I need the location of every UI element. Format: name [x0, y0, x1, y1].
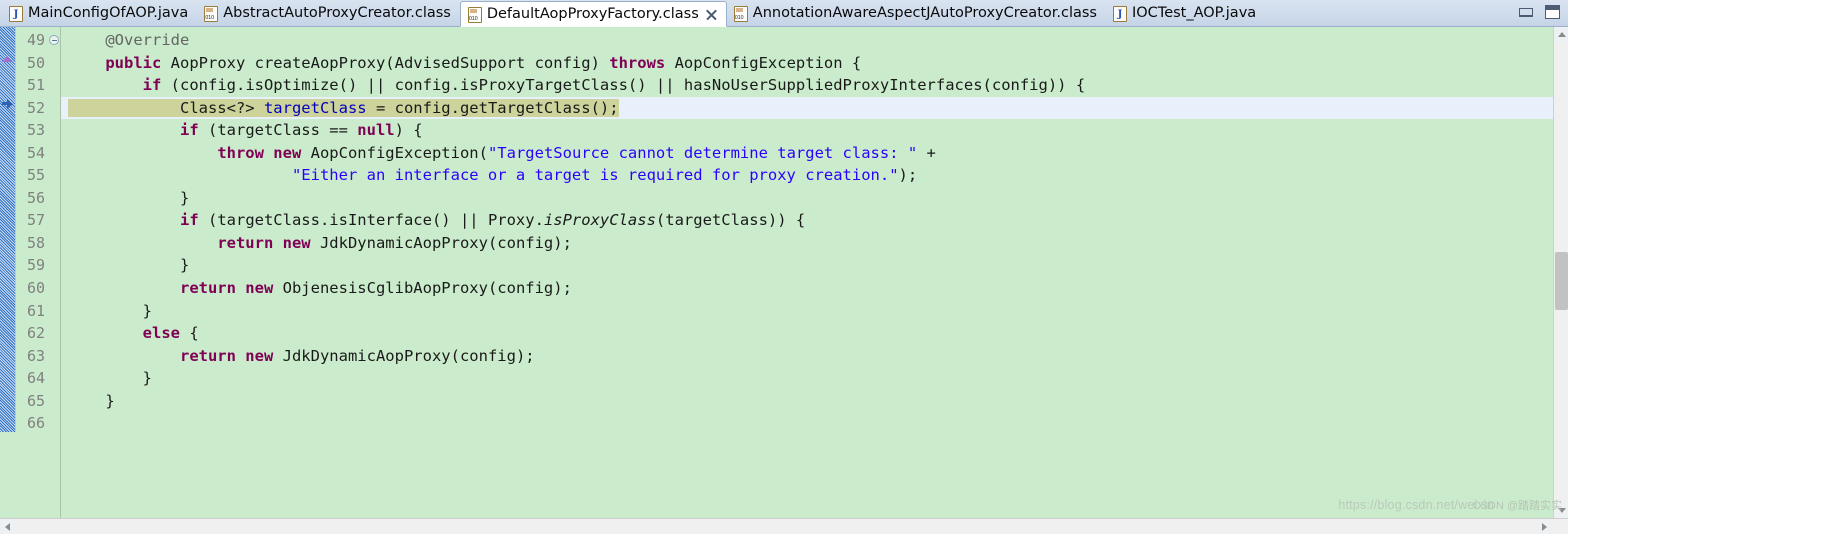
line-number: 55: [26, 166, 45, 185]
tab-abstract-auto-proxy-creator-class[interactable]: AbstractAutoProxyCreator.class: [197, 0, 460, 26]
close-icon[interactable]: [706, 9, 717, 20]
line-number: 50: [26, 53, 45, 72]
editor-tab-bar: MainConfigOfAOP.java AbstractAutoProxyCr…: [0, 0, 1568, 27]
code-line[interactable]: }: [61, 187, 1568, 210]
scroll-right-icon[interactable]: [1537, 519, 1552, 534]
line-number: 66: [26, 414, 45, 433]
collapse-icon[interactable]: [49, 35, 59, 45]
overrides-marker-icon[interactable]: [2, 52, 13, 63]
tab-label: AbstractAutoProxyCreator.class: [223, 4, 451, 21]
line-number: 56: [26, 188, 45, 207]
debug-current-instruction-icon[interactable]: [2, 98, 13, 109]
code-line[interactable]: return new JdkDynamicAopProxy(config);: [61, 232, 1568, 255]
line-number: 62: [26, 324, 45, 343]
code-line[interactable]: if (targetClass == null) {: [61, 119, 1568, 142]
tab-label: DefaultAopProxyFactory.class: [486, 5, 699, 22]
line-number: 61: [26, 301, 45, 320]
code-text-area[interactable]: @Override public AopProxy createAopProxy…: [61, 27, 1568, 534]
code-editor[interactable]: 49 50 51 52 53 54 55 56 57 58 59 60 61 6…: [0, 27, 1568, 534]
code-line[interactable]: }: [61, 254, 1568, 277]
code-line[interactable]: return new JdkDynamicAopProxy(config);: [61, 345, 1568, 368]
java-file-icon: [9, 5, 23, 22]
tab-ioctest-aop-java[interactable]: IOCTest_AOP.java: [1106, 0, 1265, 26]
minimize-icon[interactable]: [1519, 7, 1533, 17]
horizontal-scrollbar[interactable]: [0, 518, 1568, 534]
annotation-ruler[interactable]: [0, 27, 16, 432]
class-file-icon: [204, 5, 219, 22]
maximize-icon[interactable]: [1545, 5, 1560, 19]
code-line[interactable]: if (targetClass.isInterface() || Proxy.i…: [61, 209, 1568, 232]
line-number: 51: [26, 76, 45, 95]
code-line[interactable]: else {: [61, 322, 1568, 345]
vertical-scrollbar[interactable]: [1553, 27, 1568, 534]
tab-label: MainConfigOfAOP.java: [28, 4, 189, 21]
tab-main-config-of-aop-java[interactable]: MainConfigOfAOP.java: [2, 0, 197, 26]
line-number: 63: [26, 346, 45, 365]
code-line[interactable]: throw new AopConfigException("TargetSour…: [61, 142, 1568, 165]
tab-label: AnnotationAwareAspectJAutoProxyCreator.c…: [752, 4, 1097, 21]
code-line[interactable]: @Override: [61, 29, 1568, 52]
code-line-selected[interactable]: Class<?> targetClass = config.getTargetC…: [61, 96, 1568, 120]
line-number: 64: [26, 369, 45, 388]
eclipse-editor-window: MainConfigOfAOP.java AbstractAutoProxyCr…: [0, 0, 1568, 534]
code-line[interactable]: "Either an interface or a target is requ…: [61, 164, 1568, 187]
line-number: 59: [26, 256, 45, 275]
scroll-up-icon[interactable]: [1554, 27, 1568, 42]
code-line[interactable]: }: [61, 300, 1568, 323]
tab-annotation-aware-aspectj-auto-proxy-creator-class[interactable]: AnnotationAwareAspectJAutoProxyCreator.c…: [727, 0, 1106, 26]
code-line[interactable]: if (config.isOptimize() || config.isProx…: [61, 74, 1568, 97]
fold-row[interactable]: [47, 29, 60, 52]
line-number: 54: [26, 143, 45, 162]
tab-label: IOCTest_AOP.java: [1131, 4, 1257, 21]
scroll-left-icon[interactable]: [0, 519, 15, 534]
line-number: 65: [26, 391, 45, 410]
class-file-icon: [467, 6, 482, 23]
line-number: 53: [26, 121, 45, 140]
code-line[interactable]: }: [61, 390, 1568, 413]
vertical-scroll-thumb[interactable]: [1555, 252, 1568, 310]
line-number: 52: [26, 98, 45, 117]
java-file-icon: [1112, 5, 1127, 22]
window-controls: [1519, 5, 1560, 19]
code-line[interactable]: }: [61, 367, 1568, 390]
folding-ruler[interactable]: [47, 27, 61, 534]
line-number: 57: [26, 211, 45, 230]
code-line[interactable]: public AopProxy createAopProxy(AdvisedSu…: [61, 52, 1568, 75]
line-number-ruler: 49 50 51 52 53 54 55 56 57 58 59 60 61 6…: [16, 27, 47, 534]
tab-default-aop-proxy-factory-class[interactable]: DefaultAopProxyFactory.class: [459, 1, 727, 27]
code-line[interactable]: [61, 412, 1568, 435]
line-number: 60: [26, 279, 45, 298]
line-number: 49: [26, 31, 45, 49]
scroll-down-icon[interactable]: [1554, 503, 1568, 518]
class-file-icon: [733, 5, 748, 22]
line-number: 58: [26, 233, 45, 252]
code-line[interactable]: return new ObjenesisCglibAopProxy(config…: [61, 277, 1568, 300]
